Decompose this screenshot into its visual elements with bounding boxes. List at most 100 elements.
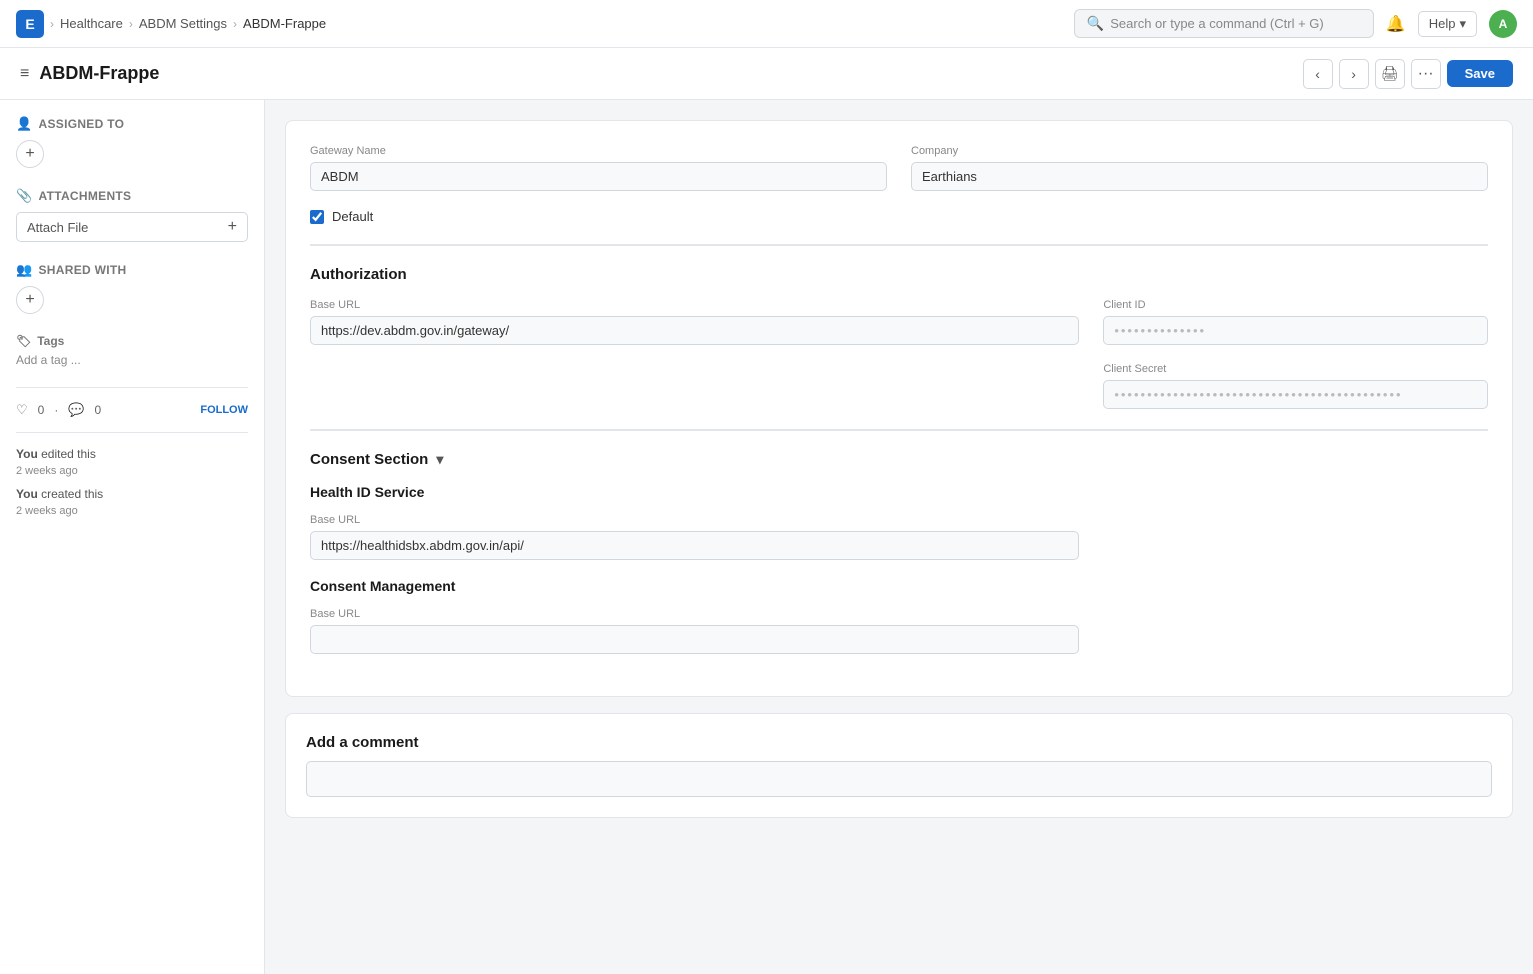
base-url-row: Base URL Client ID <box>310 299 1488 345</box>
consent-management-section: Consent Management Base URL <box>310 578 1488 654</box>
gateway-name-label: Gateway Name <box>310 145 887 157</box>
main-form-card: Gateway Name Company Default Authorizati… <box>285 120 1513 697</box>
page-title-area: ≡ ABDM-Frappe <box>20 63 159 84</box>
activity-2: You created this <box>16 487 248 501</box>
add-comment-title: Add a comment <box>306 734 1492 751</box>
comment-section-card: Add a comment <box>285 713 1513 818</box>
search-placeholder: Search or type a command (Ctrl + G) <box>1110 16 1324 31</box>
default-checkbox-label[interactable]: Default <box>332 209 373 224</box>
client-secret-label: Client Secret <box>1103 363 1488 375</box>
navbar-left: E › Healthcare › ABDM Settings › ABDM-Fr… <box>16 10 326 38</box>
gateway-name-input[interactable] <box>310 162 887 191</box>
activity-2-time: 2 weeks ago <box>16 505 248 517</box>
consent-chevron-icon[interactable]: ▾ <box>436 451 443 468</box>
gateway-name-group: Gateway Name <box>310 145 887 191</box>
authorization-heading: Authorization <box>310 266 1488 283</box>
add-assigned-button[interactable]: + <box>16 140 44 168</box>
next-button[interactable]: › <box>1339 59 1369 89</box>
health-id-base-url-input[interactable] <box>310 531 1079 560</box>
follow-button[interactable]: FOLLOW <box>200 404 248 416</box>
health-id-base-url-label: Base URL <box>310 514 1079 526</box>
comments-count: 0 <box>95 403 102 417</box>
consent-divider <box>310 429 1488 431</box>
comment-icon[interactable]: 💬 <box>68 402 84 418</box>
gateway-company-row: Gateway Name Company <box>310 145 1488 191</box>
client-secret-group: Client Secret <box>1103 363 1488 409</box>
health-id-base-url-group: Base URL <box>310 514 1079 560</box>
help-chevron-icon: ▾ <box>1459 16 1466 32</box>
shared-icon: 👥 <box>16 262 33 278</box>
navbar: E › Healthcare › ABDM Settings › ABDM-Fr… <box>0 0 1533 48</box>
activity-1-action: edited this <box>41 447 96 461</box>
assigned-to-section: 👤 Assigned To + <box>16 116 248 168</box>
sidebar-divider-2 <box>16 432 248 433</box>
consent-mgmt-base-url-label: Base URL <box>310 608 1079 620</box>
consent-mgmt-base-url-group: Base URL <box>310 608 1079 654</box>
default-checkbox[interactable] <box>310 210 324 224</box>
base-url-group: Base URL <box>310 299 1079 345</box>
avatar[interactable]: A <box>1489 10 1517 38</box>
consent-section-heading: Consent Section ▾ <box>310 451 1488 468</box>
content-area: Gateway Name Company Default Authorizati… <box>265 100 1533 974</box>
more-options-button[interactable]: ··· <box>1411 59 1441 89</box>
client-secret-spacer <box>310 363 1079 409</box>
health-id-right-spacer <box>1103 514 1488 560</box>
app-logo: E <box>16 10 44 38</box>
attach-file-button[interactable]: Attach File + <box>16 212 248 242</box>
navbar-right: 🔍 Search or type a command (Ctrl + G) 🔔 … <box>1074 9 1517 38</box>
activity-1-time: 2 weeks ago <box>16 465 248 477</box>
tags-section: 🏷 Tags Add a tag ... <box>16 334 248 367</box>
company-group: Company <box>911 145 1488 191</box>
breadcrumb-abdm-frappe: ABDM-Frappe <box>243 16 326 31</box>
consent-mgmt-right-spacer <box>1103 608 1488 654</box>
base-url-label: Base URL <box>310 299 1079 311</box>
footer-actions: ♡ 0 · 💬 0 FOLLOW <box>16 402 248 418</box>
help-button[interactable]: Help ▾ <box>1418 11 1477 37</box>
notification-bell-icon[interactable]: 🔔 <box>1386 14 1406 34</box>
hamburger-icon[interactable]: ≡ <box>20 65 29 83</box>
client-id-group: Client ID <box>1103 299 1488 345</box>
consent-mgmt-base-url-input[interactable] <box>310 625 1079 654</box>
page-title: ABDM-Frappe <box>39 63 159 84</box>
save-button[interactable]: Save <box>1447 60 1513 87</box>
base-url-input[interactable] <box>310 316 1079 345</box>
client-id-label: Client ID <box>1103 299 1488 311</box>
add-tag-link[interactable]: Add a tag ... <box>16 353 81 367</box>
authorization-divider <box>310 244 1488 246</box>
attach-plus-icon: + <box>228 218 237 236</box>
breadcrumb-healthcare[interactable]: Healthcare <box>60 16 123 31</box>
print-button[interactable]: 🖨 <box>1375 59 1405 89</box>
client-secret-input[interactable] <box>1103 380 1488 409</box>
tag-icon: 🏷 <box>16 334 31 348</box>
attachments-label: 📎 Attachments <box>16 188 248 204</box>
breadcrumb-sep-3: › <box>233 17 237 31</box>
client-id-input[interactable] <box>1103 316 1488 345</box>
shared-with-label: 👥 Shared With <box>16 262 248 278</box>
page-wrapper: ≡ ABDM-Frappe ‹ › 🖨 ··· Save 👤 Assigned … <box>0 48 1533 974</box>
company-input[interactable] <box>911 162 1488 191</box>
assigned-to-label: 👤 Assigned To <box>16 116 248 132</box>
activity-2-action: created this <box>41 487 103 501</box>
add-shared-button[interactable]: + <box>16 286 44 314</box>
shared-with-section: 👥 Shared With + <box>16 262 248 314</box>
dot-separator: · <box>54 403 58 417</box>
heart-icon[interactable]: ♡ <box>16 402 28 418</box>
default-checkbox-row: Default <box>310 209 1488 224</box>
client-secret-row: Client Secret <box>310 363 1488 409</box>
page-header: ≡ ABDM-Frappe ‹ › 🖨 ··· Save <box>0 48 1533 100</box>
search-icon: 🔍 <box>1087 15 1104 32</box>
person-icon: 👤 <box>16 116 33 132</box>
consent-mgmt-base-url-row: Base URL <box>310 608 1488 654</box>
comment-input[interactable] <box>306 761 1492 797</box>
search-bar[interactable]: 🔍 Search or type a command (Ctrl + G) <box>1074 9 1374 38</box>
attachments-section: 📎 Attachments Attach File + <box>16 188 248 242</box>
sidebar-divider-1 <box>16 387 248 388</box>
sidebar: 👤 Assigned To + 📎 Attachments Attach Fil… <box>0 100 265 974</box>
paperclip-icon: 📎 <box>16 188 33 204</box>
company-label: Company <box>911 145 1488 157</box>
activity-1-user: You <box>16 447 38 461</box>
help-label: Help <box>1429 16 1456 31</box>
prev-button[interactable]: ‹ <box>1303 59 1333 89</box>
breadcrumb-abdm-settings[interactable]: ABDM Settings <box>139 16 227 31</box>
activity-1: You edited this <box>16 447 248 461</box>
